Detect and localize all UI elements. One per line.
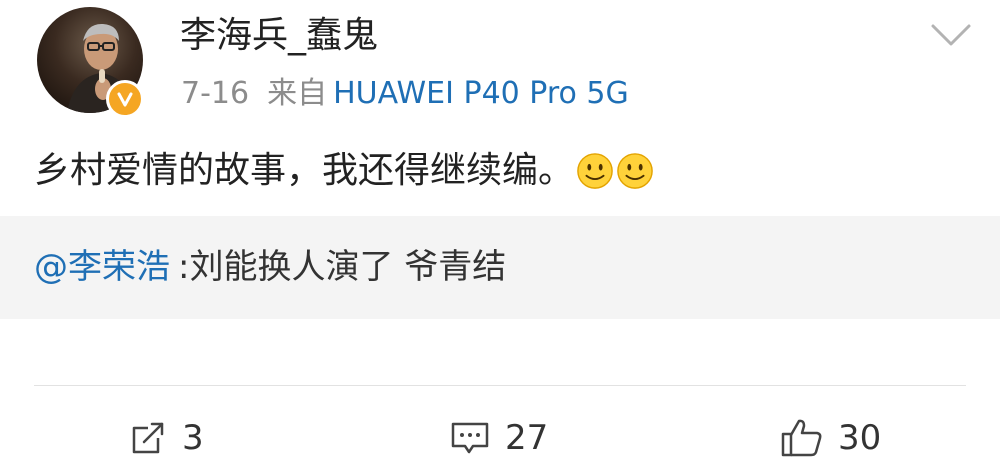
post-content: 乡村爱情的故事，我还得继续编。 (34, 145, 654, 197)
smile-emoji-icon (577, 153, 613, 189)
quote-block[interactable]: @李荣浩:刘能换人演了 爷青结 (0, 216, 1000, 319)
smile-emoji-icon (617, 153, 653, 189)
quote-body: :刘能换人演了 爷青结 (178, 247, 507, 287)
device-link[interactable]: HUAWEI P40 Pro 5G (333, 76, 629, 111)
comment-button[interactable]: 27 (449, 414, 548, 462)
like-button[interactable]: 30 (780, 414, 881, 462)
post-meta: 7-16 来自 HUAWEI P40 Pro 5G (181, 72, 629, 116)
share-icon (132, 422, 164, 454)
thumbs-up-icon (781, 419, 822, 457)
from-label: 来自 (267, 76, 328, 111)
comment-icon (451, 422, 489, 454)
post-text: 乡村爱情的故事，我还得继续编。 (34, 150, 575, 191)
divider (34, 385, 966, 386)
post-date: 7-16 (181, 76, 250, 111)
verified-badge-icon (106, 80, 144, 118)
quote-text: @李荣浩:刘能换人演了 爷青结 (34, 242, 506, 292)
chevron-down-icon[interactable] (930, 22, 972, 52)
comment-count: 27 (505, 418, 549, 458)
repost-count: 3 (182, 418, 204, 458)
repost-button[interactable]: 3 (128, 414, 204, 462)
mention-link[interactable]: @李荣浩 (34, 247, 170, 287)
author-name[interactable]: 李海兵_蠢鬼 (180, 12, 378, 60)
like-count: 30 (838, 418, 882, 458)
